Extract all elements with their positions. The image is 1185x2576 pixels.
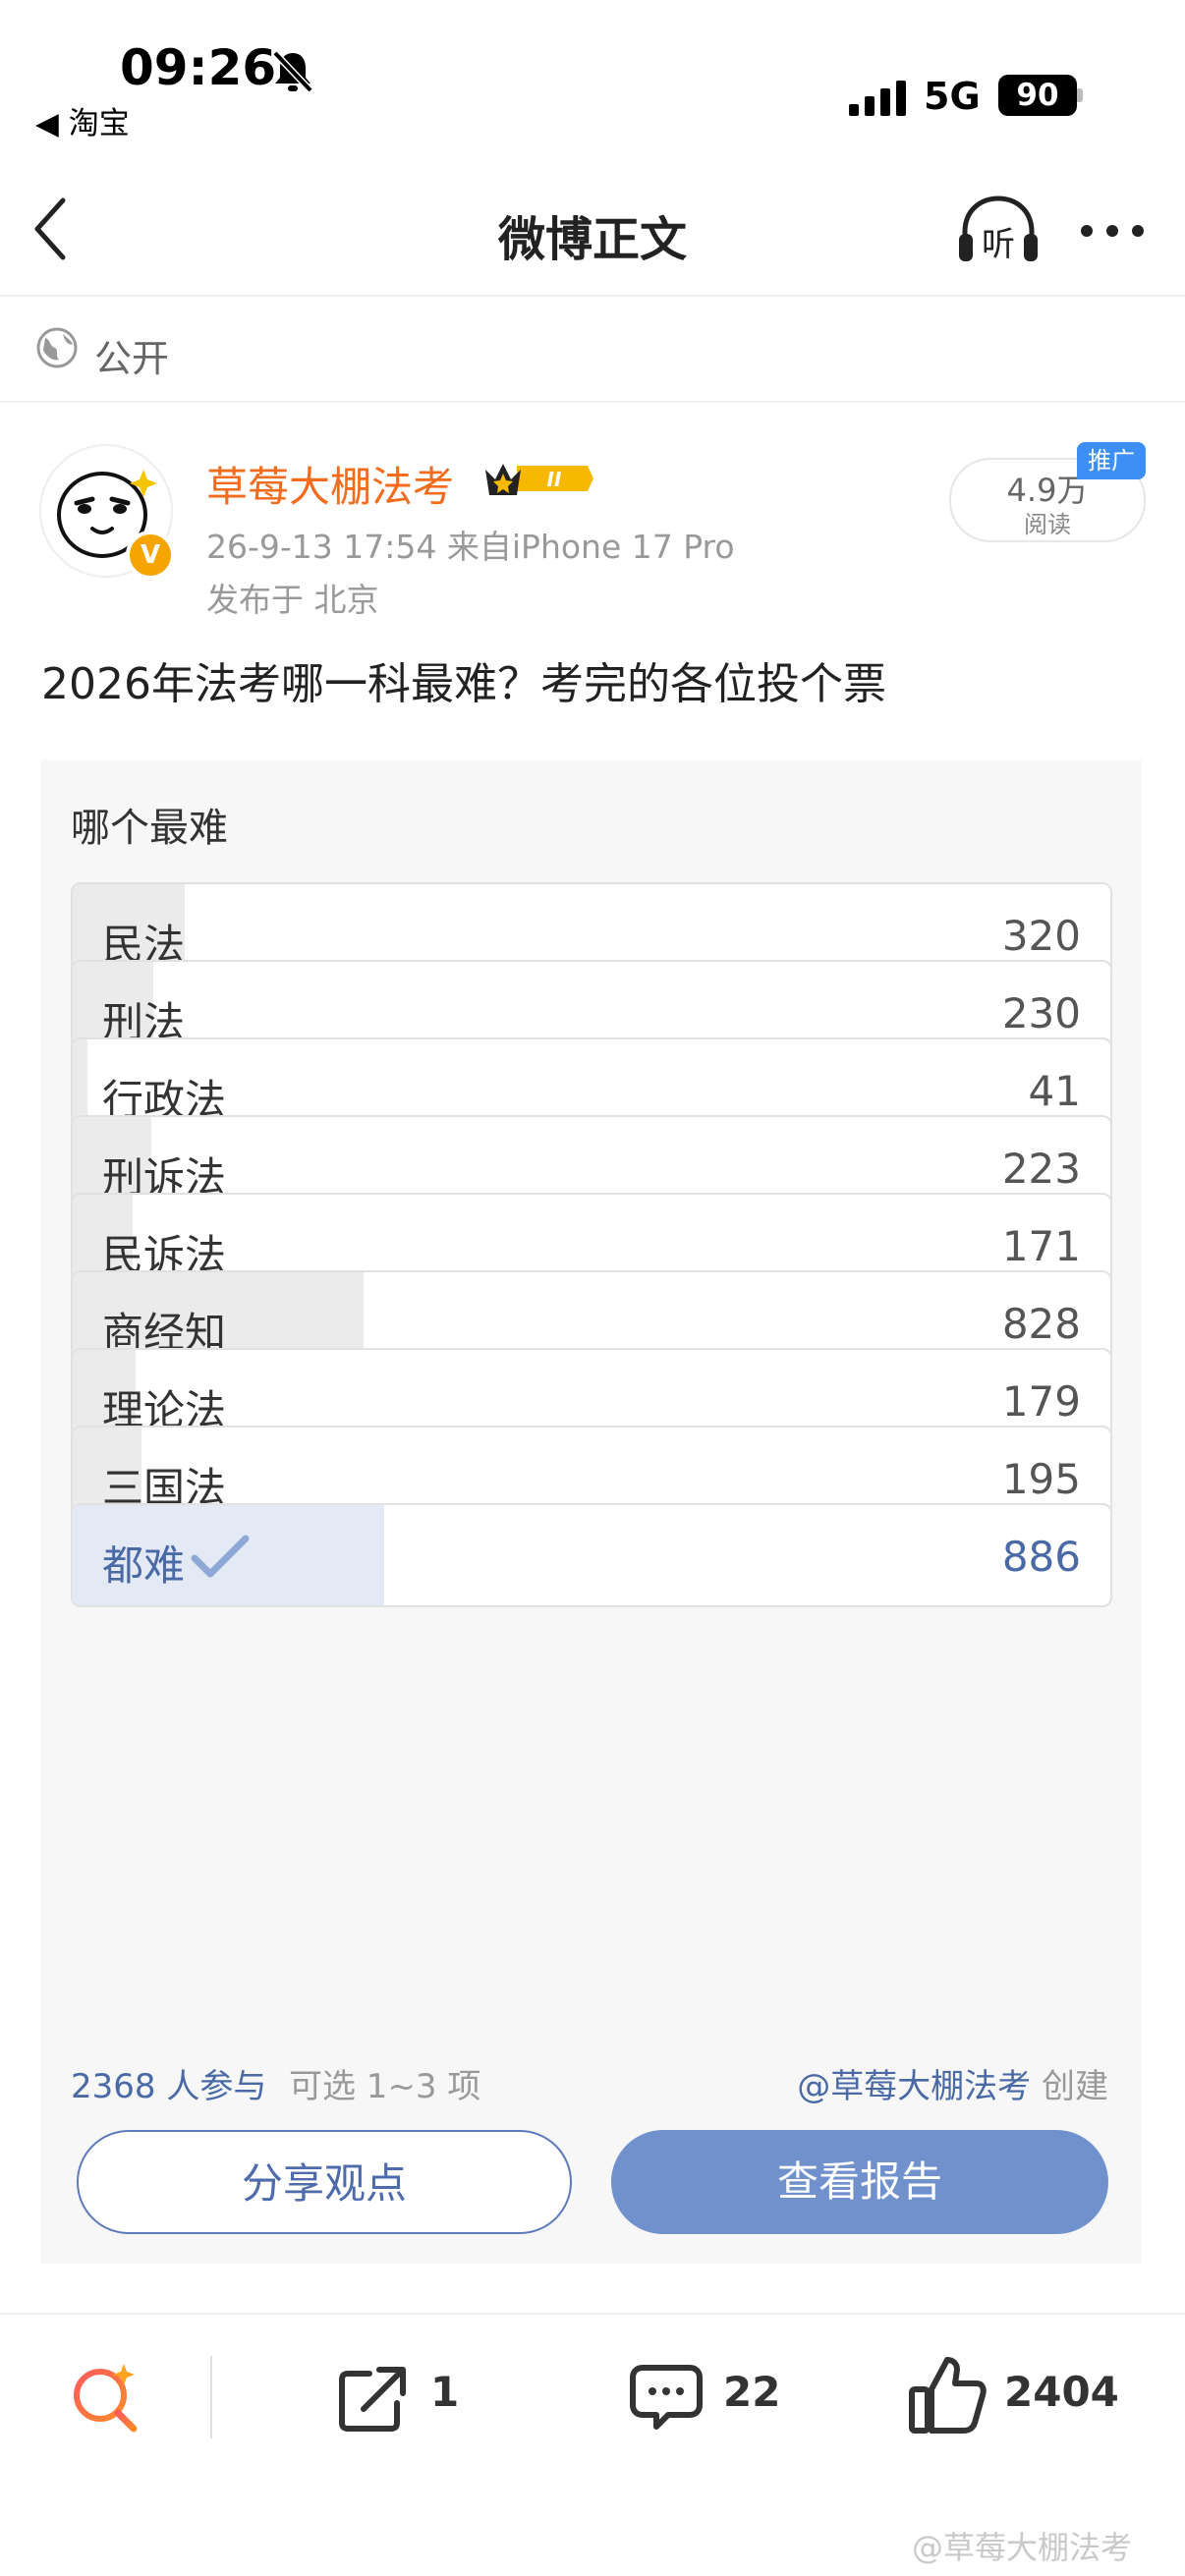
poll-card: 哪个最难 民法 320 刑法 230 行政法 41 刑诉法 223 民诉法 17…	[41, 760, 1142, 2264]
poll-option-selected[interactable]: 都难 886	[71, 1503, 1112, 1607]
network-type: 5G	[924, 75, 981, 118]
view-report-button[interactable]: 查看报告	[611, 2130, 1108, 2234]
share-opinion-button[interactable]: 分享观点	[77, 2130, 572, 2234]
promo-tag: 推广	[1077, 442, 1146, 479]
poll-option-count: 223	[1001, 1145, 1081, 1193]
status-time: 09:26	[120, 39, 277, 96]
poll-option-count: 171	[1001, 1222, 1081, 1270]
author-name[interactable]: 草莓大棚法考	[206, 454, 454, 514]
toolbar-divider	[0, 2313, 1185, 2315]
poll-participants: 2368 人参与	[71, 2067, 267, 2106]
poll-option-count: 179	[1001, 1377, 1081, 1426]
poll-option-count: 195	[1001, 1455, 1081, 1503]
like-count: 2404	[1004, 2368, 1119, 2416]
comment-icon[interactable]	[629, 2362, 704, 2433]
poll-creator-link[interactable]: @草莓大棚法考	[797, 2067, 1031, 2106]
repost-count: 1	[430, 2368, 460, 2416]
post-meta: 26-9-13 17:54 来自iPhone 17 Pro	[206, 528, 735, 566]
poll-option-count: 886	[1001, 1533, 1081, 1581]
poll-option-count: 320	[1001, 912, 1081, 960]
more-icon[interactable]	[1077, 206, 1148, 255]
back-to-app-link[interactable]: ◀ 淘宝	[35, 98, 130, 142]
views-label: 阅读	[1024, 511, 1071, 538]
search-sparkle-icon[interactable]	[69, 2360, 143, 2435]
comment-count: 22	[723, 2368, 781, 2416]
battery-tip	[1077, 88, 1083, 102]
toolbar-separator	[210, 2356, 212, 2438]
poll-title: 哪个最难	[71, 806, 228, 851]
globe-icon	[36, 327, 78, 368]
verified-badge: V	[126, 531, 175, 580]
bell-slash-icon	[272, 50, 313, 93]
poll-choice-rule: 可选 1~3 项	[289, 2067, 481, 2106]
like-icon[interactable]	[908, 2354, 987, 2435]
check-icon	[191, 1535, 250, 1578]
signal-icon	[849, 81, 906, 116]
post-text: 2026年法考哪一科最难？考完的各位投个票	[41, 659, 886, 709]
poll-option-count: 41	[1028, 1067, 1081, 1115]
section-divider	[0, 401, 1185, 403]
poll-creator-suffix: 创建	[1031, 2067, 1108, 2106]
repost-icon[interactable]	[336, 2364, 411, 2433]
visibility-label: 公开	[94, 337, 170, 380]
vip-crown-icon[interactable]: II	[481, 456, 595, 501]
listen-label: 听	[982, 225, 1015, 264]
poll-option-count: 230	[1001, 989, 1081, 1037]
headphones-icon[interactable]: 听	[955, 195, 1042, 265]
poll-option-count: 828	[1001, 1300, 1081, 1348]
poll-creator: @草莓大棚法考 创建	[797, 2059, 1108, 2107]
watermark: @草莓大棚法考	[912, 2529, 1133, 2566]
nav-divider	[0, 295, 1185, 297]
post-location: 发布于 北京	[206, 581, 379, 619]
battery-indicator: 90	[998, 75, 1077, 116]
vip-level: II	[547, 468, 562, 491]
poll-option-label: 都难	[102, 1541, 186, 1590]
